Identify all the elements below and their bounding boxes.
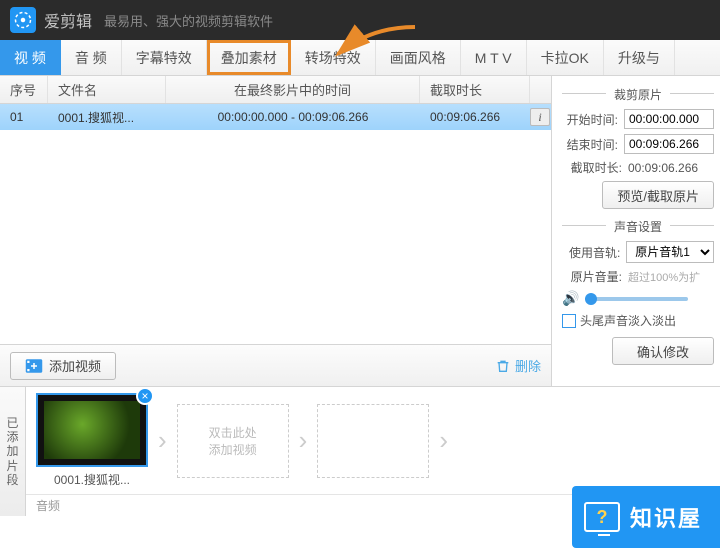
- add-video-button[interactable]: 添加视频: [10, 352, 116, 380]
- col-duration: 截取时长: [420, 76, 530, 103]
- tab-overlay[interactable]: 叠加素材: [207, 40, 291, 75]
- tab-video[interactable]: 视 频: [0, 40, 61, 75]
- track-select[interactable]: 原片音轨1: [626, 241, 714, 263]
- dur-value: 00:09:06.266: [628, 161, 698, 175]
- col-time: 在最终影片中的时间: [166, 76, 420, 103]
- tab-audio[interactable]: 音 频: [61, 40, 122, 75]
- chevron-right-icon: ›: [299, 425, 308, 456]
- brand-text: 知识屋: [630, 501, 702, 533]
- add-clip-placeholder[interactable]: [317, 404, 429, 478]
- preview-trim-button[interactable]: 预览/截取原片: [602, 181, 714, 209]
- track-label: 使用音轨:: [562, 244, 620, 261]
- add-video-label: 添加视频: [49, 356, 101, 375]
- tab-upgrade[interactable]: 升级与: [604, 40, 675, 75]
- app-name: 爱剪辑: [44, 8, 92, 32]
- col-index: 序号: [0, 76, 48, 103]
- tab-mtv[interactable]: M T V: [461, 40, 527, 75]
- chevron-right-icon: ›: [439, 425, 448, 456]
- end-label: 结束时间:: [562, 136, 618, 153]
- annotation-arrow: [330, 22, 420, 62]
- app-slogan: 最易用、强大的视频剪辑软件: [104, 11, 273, 30]
- delete-button[interactable]: 删除: [495, 356, 541, 375]
- end-time-input[interactable]: [624, 134, 714, 154]
- delete-label: 删除: [515, 356, 541, 375]
- app-logo: [10, 7, 36, 33]
- clip-item[interactable]: × 0001.搜狐视...: [36, 393, 148, 488]
- info-icon[interactable]: i: [530, 108, 550, 126]
- remove-clip-icon[interactable]: ×: [136, 387, 154, 405]
- dur-label: 截取时长:: [562, 159, 622, 176]
- clip-name: 0001.搜狐视...: [36, 471, 148, 488]
- brand-logo-icon: [584, 502, 620, 532]
- audio-title: 声音设置: [562, 214, 714, 241]
- cell-idx: 01: [0, 110, 48, 124]
- start-label: 开始时间:: [562, 111, 618, 128]
- fade-checkbox[interactable]: [562, 314, 576, 328]
- film-plus-icon: [25, 358, 43, 374]
- col-filename: 文件名: [48, 76, 166, 103]
- confirm-button[interactable]: 确认修改: [612, 337, 714, 365]
- cell-name: 0001.搜狐视...: [48, 109, 166, 126]
- tab-karaoke[interactable]: 卡拉OK: [527, 40, 604, 75]
- vol-label: 原片音量:: [562, 268, 622, 285]
- table-row[interactable]: 01 0001.搜狐视... 00:00:00.000 - 00:09:06.2…: [0, 104, 551, 130]
- add-clip-placeholder[interactable]: 双击此处 添加视频: [177, 404, 289, 478]
- clips-side-label: 已添加片段: [0, 387, 26, 516]
- start-time-input[interactable]: [624, 109, 714, 129]
- watermark-brand: 知识屋: [572, 486, 720, 548]
- trim-title: 裁剪原片: [562, 82, 714, 109]
- fade-label: 头尾声音淡入淡出: [580, 312, 676, 329]
- volume-slider[interactable]: [585, 297, 688, 301]
- chevron-right-icon: ›: [158, 425, 167, 456]
- vol-hint: 超过100%为扩: [628, 269, 700, 285]
- cell-dur: 00:09:06.266: [420, 110, 530, 124]
- table-body: 01 0001.搜狐视... 00:00:00.000 - 00:09:06.2…: [0, 104, 551, 344]
- table-header: 序号 文件名 在最终影片中的时间 截取时长: [0, 76, 551, 104]
- trash-icon: [495, 358, 511, 374]
- cell-time: 00:00:00.000 - 00:09:06.266: [166, 110, 420, 124]
- clip-thumbnail[interactable]: ×: [36, 393, 148, 467]
- speaker-icon: 🔊: [562, 290, 579, 307]
- tab-subtitle[interactable]: 字幕特效: [122, 40, 207, 75]
